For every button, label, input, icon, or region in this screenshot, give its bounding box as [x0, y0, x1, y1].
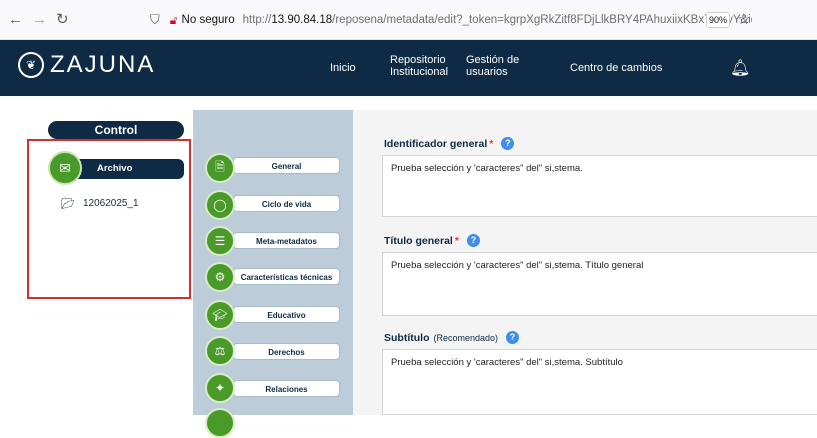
recommended-note: (Recomendado): [433, 332, 499, 343]
logo-text: ZAJUNA: [50, 51, 156, 78]
section-ciclo-vida-button[interactable]: Ciclo de vida: [233, 195, 340, 212]
insecure-label[interactable]: No seguro: [182, 14, 235, 26]
nav-repositorio[interactable]: Repositorio Institucional: [390, 54, 448, 78]
back-icon[interactable]: ←: [8, 12, 23, 28]
forward-icon[interactable]: →: [32, 12, 47, 28]
handshake-icon[interactable]: ✦: [205, 373, 235, 403]
bell-icon[interactable]: 🔔︎: [730, 58, 750, 78]
browser-toolbar: ← → ↻ ⛉ 🔓︎ No seguro http://13.90.84.18/…: [0, 0, 817, 40]
subtitulo-label: Subtítulo (Recomendado) ?: [384, 331, 520, 344]
document-icon[interactable]: 🗎︎: [205, 153, 235, 183]
nav-centro-cambios[interactable]: Centro de cambios: [570, 62, 662, 74]
certificate-icon[interactable]: ☰: [205, 226, 235, 256]
help-icon[interactable]: ?: [501, 137, 515, 150]
leaf-logo-icon: ❦: [18, 52, 44, 78]
folder-name: 12062025_1: [82, 198, 139, 209]
settings-document-icon[interactable]: ⚙: [205, 262, 235, 292]
reload-icon[interactable]: ↻: [56, 12, 69, 28]
titulo-field[interactable]: Prueba selección y 'caracteres" del" si,…: [382, 252, 817, 316]
address-bar[interactable]: ⛉ 🔓︎ No seguro http://13.90.84.18/repose…: [150, 8, 752, 32]
section-educativo-button[interactable]: Educativo: [233, 306, 340, 323]
section-relaciones-button[interactable]: Relaciones: [233, 380, 340, 397]
folder-item[interactable]: 📂︎ 12062025_1: [61, 197, 139, 210]
help-icon[interactable]: ?: [506, 331, 520, 344]
archivo-button[interactable]: Archivo: [69, 159, 184, 179]
help-icon[interactable]: ?: [466, 234, 480, 247]
zoom-level-badge[interactable]: 90%: [706, 12, 730, 28]
nav-inicio[interactable]: Inicio: [330, 62, 356, 74]
bookmark-star-icon[interactable]: ☆: [737, 10, 750, 28]
scales-icon[interactable]: ⚖: [205, 336, 235, 366]
subtitulo-field[interactable]: Prueba selección y 'caracteres" del" si,…: [382, 349, 817, 415]
archive-box-icon[interactable]: ✉: [48, 151, 82, 185]
url-text[interactable]: http://13.90.84.18/reposena/metadata/edi…: [243, 14, 752, 26]
required-mark: *: [489, 137, 494, 150]
cycle-icon[interactable]: ◯: [205, 190, 235, 220]
control-title: Control: [48, 121, 184, 139]
identificador-field[interactable]: Prueba selección y 'caracteres" del" si,…: [382, 155, 817, 217]
identificador-label: Identificador general * ?: [384, 137, 515, 150]
zajuna-logo[interactable]: ❦ ZAJUNA: [18, 51, 155, 79]
insecure-lock-icon[interactable]: 🔓︎: [170, 13, 178, 28]
required-mark: *: [454, 234, 459, 247]
app-header: ❦ ZAJUNA Inicio Repositorio Instituciona…: [0, 40, 817, 96]
section-more-icon[interactable]: [205, 408, 235, 438]
titulo-label: Título general * ?: [384, 234, 480, 247]
section-meta-metadatos-button[interactable]: Meta-metadatos: [233, 232, 340, 249]
tracking-shield-icon[interactable]: ⛉: [150, 12, 160, 28]
section-general-button[interactable]: General: [233, 157, 340, 174]
folder-icon: 📂︎: [61, 198, 75, 210]
section-derechos-button[interactable]: Derechos: [233, 343, 340, 360]
graduation-cap-icon[interactable]: 🎓︎: [205, 300, 235, 330]
section-caracteristicas-tecnicas-button[interactable]: Características técnicas: [233, 268, 340, 285]
nav-gestion-usuarios[interactable]: Gestión de usuarios: [466, 54, 519, 78]
